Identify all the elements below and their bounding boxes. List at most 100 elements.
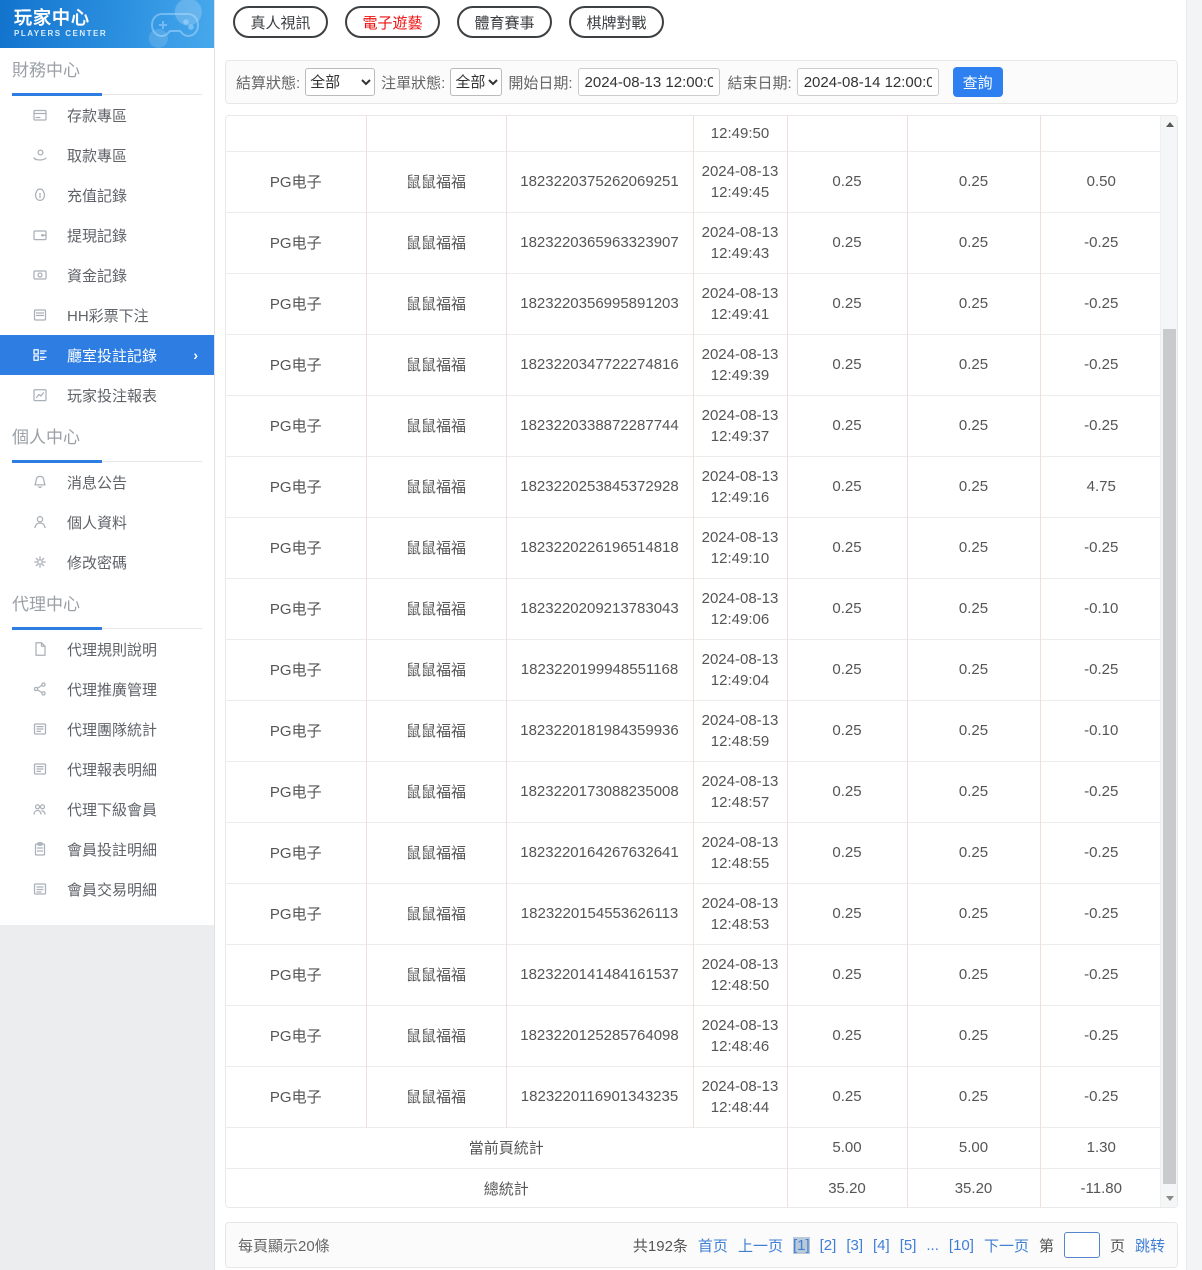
page-number-links: [1] [2] [3] [4] [5]... [10] bbox=[792, 1236, 974, 1254]
sidebar-item-profile[interactable]: 個人資料 bbox=[0, 502, 214, 542]
prev-page-link[interactable]: 上一页 bbox=[738, 1235, 783, 1256]
cell-bet-amount: 0.25 bbox=[786, 211, 907, 273]
settle-status-select[interactable]: 全部 bbox=[305, 68, 376, 96]
cell-bet-id: 1823220347722274816 bbox=[505, 333, 693, 395]
tab-electronic-games[interactable]: 電子遊藝 bbox=[345, 6, 440, 38]
sidebar-item-recharge-record[interactable]: 充值記錄 bbox=[0, 175, 214, 215]
cell-date: 2024-08-13 bbox=[701, 1016, 779, 1034]
user-icon bbox=[34, 515, 46, 529]
table-scrollbar[interactable] bbox=[1160, 116, 1177, 1207]
sidebar-item-label: 代理團隊統計 bbox=[67, 721, 158, 739]
tab-sports[interactable]: 體育賽事 bbox=[457, 6, 552, 38]
cell-datetime: 2024-08-13 12:49:16 bbox=[692, 455, 787, 517]
sidebar-item-label: 修改密碼 bbox=[67, 554, 128, 572]
cell-bet-amount: 0.25 bbox=[786, 394, 907, 456]
list-icon bbox=[33, 883, 47, 895]
cell-date: 2024-08-13 bbox=[701, 284, 779, 302]
cell-datetime: 2024-08-13 12:48:53 bbox=[692, 882, 787, 944]
next-page-link[interactable]: 下一页 bbox=[984, 1235, 1029, 1256]
page-number-link[interactable]: [3] bbox=[846, 1237, 863, 1254]
jump-button[interactable]: 跳转 bbox=[1135, 1235, 1165, 1256]
table-row: PG电子 鼠鼠福福 1823220141484161537 2024-08-13… bbox=[226, 943, 1162, 1005]
table-row: PG电子 鼠鼠福福 1823220125285764098 2024-08-13… bbox=[226, 1004, 1162, 1066]
cell-platform: PG电子 bbox=[226, 150, 366, 212]
cell-bet-amount: 0.25 bbox=[786, 1065, 907, 1127]
sidebar-item-agent-rules[interactable]: 代理規則說明 bbox=[0, 629, 214, 669]
end-date-input[interactable] bbox=[796, 68, 939, 96]
cell-bet-id: 1823220375262069251 bbox=[505, 150, 693, 212]
cell-time: 12:48:44 bbox=[710, 1098, 770, 1116]
start-date-input[interactable] bbox=[577, 68, 720, 96]
sidebar-item-change-password[interactable]: 修改密碼 bbox=[0, 542, 214, 582]
cell-winloss: -0.25 bbox=[1039, 882, 1162, 944]
sidebar-item-agent-report-detail[interactable]: 代理報表明細 bbox=[0, 749, 214, 789]
sidebar-item-fund-record[interactable]: 資金記錄 bbox=[0, 255, 214, 295]
first-page-link[interactable]: 首页 bbox=[698, 1235, 728, 1256]
tab-live-casino[interactable]: 真人視訊 bbox=[233, 6, 328, 38]
page-number-link[interactable]: [4] bbox=[873, 1237, 890, 1254]
total-summary-winloss: -11.80 bbox=[1039, 1167, 1162, 1207]
cell-valid-amount: 0.25 bbox=[906, 394, 1040, 456]
cell-platform: PG电子 bbox=[226, 1065, 366, 1127]
sidebar-item-label: 資金記錄 bbox=[67, 267, 128, 285]
cell-bet-amount: 0.25 bbox=[786, 455, 907, 517]
table-row: PG电子 鼠鼠福福 1823220338872287744 2024-08-13… bbox=[226, 394, 1162, 456]
sidebar-item-member-trade-detail[interactable]: 會員交易明細 bbox=[0, 869, 214, 909]
sidebar-item-withdraw[interactable]: 取款專區 bbox=[0, 135, 214, 175]
cell-platform: PG电子 bbox=[226, 394, 366, 456]
sidebar-item-agent-promotion[interactable]: 代理推廣管理 bbox=[0, 669, 214, 709]
sidebar-item-deposit[interactable]: 存款專區 bbox=[0, 95, 214, 135]
sidebar-item-agent-sub-members[interactable]: 代理下級會員 bbox=[0, 789, 214, 829]
page-number-link[interactable]: [5] bbox=[900, 1237, 917, 1254]
cell-bet-id: 1823220226196514818 bbox=[505, 516, 693, 578]
cell-bet-id: 1823220141484161537 bbox=[505, 943, 693, 1005]
sidebar-item-member-bet-detail[interactable]: 會員投註明細 bbox=[0, 829, 214, 869]
cell-platform: PG电子 bbox=[226, 1004, 366, 1066]
cell-game: 鼠鼠福福 bbox=[365, 516, 506, 578]
tab-chess-cards[interactable]: 棋牌對戰 bbox=[569, 6, 664, 38]
bet-records-table: 12:49:50 PG电子 鼠鼠福福 1823220375262069251 2… bbox=[226, 116, 1162, 1207]
scroll-up-button[interactable] bbox=[1161, 116, 1177, 133]
sidebar-item-player-bet-report[interactable]: 玩家投注報表 bbox=[0, 375, 214, 415]
cell-winloss: -0.25 bbox=[1039, 1004, 1162, 1066]
cell-game: 鼠鼠福福 bbox=[365, 211, 506, 273]
cell-datetime: 2024-08-13 12:49:41 bbox=[692, 272, 787, 334]
total-summary-row: 總統計 35.20 35.20 -11.80 bbox=[226, 1167, 1162, 1207]
scroll-down-button[interactable] bbox=[1161, 1190, 1177, 1207]
page-number-link[interactable]: [10] bbox=[949, 1237, 974, 1254]
jump-page-input[interactable] bbox=[1063, 1232, 1100, 1258]
cell-valid-amount: 0.25 bbox=[906, 211, 1040, 273]
cell-winloss: -0.25 bbox=[1039, 821, 1162, 883]
sidebar-item-agent-team-stats[interactable]: 代理團隊統計 bbox=[0, 709, 214, 749]
table-row: PG电子 鼠鼠福福 1823220375262069251 2024-08-13… bbox=[226, 150, 1162, 212]
cell-time: 12:49:41 bbox=[710, 305, 770, 323]
sidebar-item-withdrawal-record[interactable]: 提現記錄 bbox=[0, 215, 214, 255]
page-number-link[interactable]: [1] bbox=[792, 1236, 810, 1254]
page-number-link[interactable]: ... bbox=[926, 1237, 939, 1254]
sidebar-item-announcement[interactable]: 消息公告 bbox=[0, 462, 214, 502]
order-status-select[interactable]: 全部 bbox=[450, 68, 503, 96]
page-number-link[interactable]: [2] bbox=[820, 1237, 837, 1254]
hand-coin-icon bbox=[33, 149, 47, 161]
cell-game: 鼠鼠福福 bbox=[365, 638, 506, 700]
triangle-down-icon bbox=[1165, 1196, 1174, 1201]
cell-bet-amount: 0.25 bbox=[786, 760, 907, 822]
pagination-bar: 每頁顯示20條 共192条 首页 上一页 [1] [2] [3] [4] [5]...[… bbox=[225, 1222, 1178, 1268]
page-right-gutter bbox=[1186, 0, 1202, 1270]
chevron-right-icon: › bbox=[193, 347, 198, 363]
scrollbar-thumb[interactable] bbox=[1163, 329, 1176, 1184]
total-summary-bet: 35.20 bbox=[786, 1167, 907, 1207]
cell-game: 鼠鼠福福 bbox=[365, 699, 506, 761]
page-summary-row: 當前頁統計 5.00 5.00 1.30 bbox=[226, 1126, 1162, 1168]
sidebar-item-room-bet-record[interactable]: 廳室投註記錄 › bbox=[0, 335, 214, 375]
cell-bet-id bbox=[505, 116, 693, 151]
search-button[interactable]: 查詢 bbox=[952, 67, 1003, 97]
cell-winloss: -0.25 bbox=[1039, 272, 1162, 334]
sidebar-item-hh-lottery-bet[interactable]: HH彩票下注 bbox=[0, 295, 214, 335]
cell-time: 12:49:04 bbox=[710, 671, 770, 689]
cell-game: 鼠鼠福福 bbox=[365, 821, 506, 883]
cell-valid-amount: 0.25 bbox=[906, 1065, 1040, 1127]
cell-game: 鼠鼠福福 bbox=[365, 150, 506, 212]
cell-platform: PG电子 bbox=[226, 882, 366, 944]
cell-bet-id: 1823220154553626113 bbox=[505, 882, 693, 944]
